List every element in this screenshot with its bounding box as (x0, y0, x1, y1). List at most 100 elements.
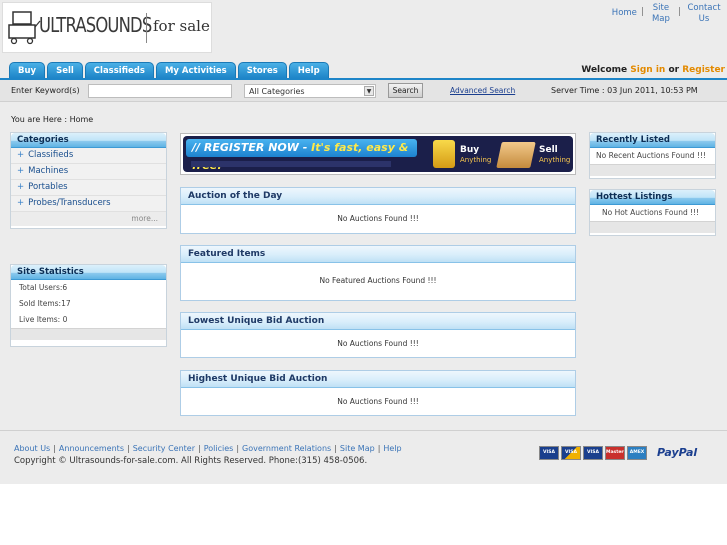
paypal-logo: PayPal (657, 446, 698, 459)
hottest-listings-box: Hottest Listings No Hot Auctions Found !… (589, 189, 716, 236)
keyword-input[interactable] (88, 84, 232, 98)
tab-my-activities[interactable]: My Activities (155, 62, 236, 78)
panel-message: No Auctions Found !!! (337, 339, 419, 348)
chevron-down-icon[interactable]: ▼ (364, 86, 374, 96)
site-statistics-title: Site Statistics (11, 265, 166, 280)
welcome-text: Welcome (581, 65, 628, 75)
highest-unique-bid-panel: Highest Unique Bid Auction No Auctions F… (180, 370, 576, 416)
buy-sub-label: Anything (460, 156, 492, 164)
panel-message: No Auctions Found !!! (337, 214, 419, 223)
categories-title: Categories (11, 133, 166, 148)
stat-live-items: Live Items: 0 (19, 315, 68, 324)
footer-link-policies[interactable]: Policies (204, 444, 234, 453)
separator: | (126, 444, 130, 453)
footer-link-site-map[interactable]: Site Map (340, 444, 375, 453)
main-nav-tabs: Buy Sell Classifieds My Activities Store… (9, 62, 329, 78)
hottest-listings-title: Hottest Listings (590, 190, 715, 205)
category-label: Classifieds (28, 150, 74, 160)
recently-listed-message: No Recent Auctions Found !!! (596, 151, 706, 160)
footer-links: About Us | Announcements | Security Center | P… (14, 444, 402, 453)
categories-box: Categories + Classifieds + Machines + Porta… (10, 132, 167, 229)
contact-us-link[interactable]: Contact Us (685, 3, 723, 25)
buy-label: Buy (460, 145, 480, 155)
logo-brand-text: ULTRASOUNDS (39, 13, 152, 37)
recently-listed-box: Recently Listed No Recent Auctions Found… (589, 132, 716, 179)
plus-icon: + (17, 150, 25, 160)
visa-card-icon: VISA (583, 446, 603, 460)
home-link[interactable]: Home (612, 3, 637, 19)
box-footer (590, 164, 715, 176)
plus-icon: + (17, 198, 25, 208)
category-label: Machines (28, 166, 69, 176)
category-item-portables[interactable]: + Portables (11, 180, 166, 196)
site-logo[interactable]: ULTRASOUNDS for sale (2, 2, 212, 53)
logo-divider (146, 13, 147, 43)
footer-link-about-us[interactable]: About Us (14, 444, 50, 453)
search-button[interactable]: Search (388, 83, 423, 98)
or-text: or (668, 65, 680, 75)
separator: | (334, 444, 337, 453)
keyword-label: Enter Keyword(s) (11, 86, 80, 95)
register-now-text: // REGISTER NOW - It's fast, easy & free… (186, 139, 417, 172)
visa-electron-card-icon: VISA Electron (539, 446, 559, 460)
footer-link-security-center[interactable]: Security Center (133, 444, 195, 453)
search-bar: Enter Keyword(s) All Categories ▼ Search… (0, 80, 727, 102)
footer-link-announcements[interactable]: Announcements (59, 444, 124, 453)
separator: | (236, 444, 240, 453)
tab-sell[interactable]: Sell (47, 62, 83, 78)
sell-label: Sell (539, 145, 558, 155)
logo-suffix-text: for sale (153, 17, 210, 35)
footer-divider (0, 430, 727, 431)
tab-stores[interactable]: Stores (237, 62, 287, 78)
site-map-link[interactable]: Site Map (648, 3, 674, 25)
panel-message: No Featured Auctions Found !!! (319, 276, 437, 285)
recently-listed-title: Recently Listed (590, 133, 715, 148)
categories-more-link[interactable]: more... (11, 212, 166, 226)
sell-anything-text: Sell Anything (539, 145, 570, 165)
tab-help[interactable]: Help (288, 62, 329, 78)
category-select[interactable]: All Categories ▼ (244, 84, 376, 98)
copyright-text: Copyright © Ultrasounds-for-sale.com. Al… (14, 456, 368, 466)
hottest-listings-message: No Hot Auctions Found !!! (602, 208, 700, 217)
category-label: Probes/Transducers (28, 198, 111, 208)
tab-buy[interactable]: Buy (9, 62, 46, 78)
register-link[interactable]: Register (682, 65, 725, 75)
stat-sold-items: Sold Items:17 (19, 299, 71, 308)
footer-link-government-relations[interactable]: Government Relations (242, 444, 331, 453)
plus-icon: + (17, 166, 25, 176)
shopping-bag-icon (433, 140, 455, 168)
category-item-classifieds[interactable]: + Classifieds (11, 148, 166, 164)
package-box-icon (496, 142, 536, 168)
category-item-machines[interactable]: + Machines (11, 164, 166, 180)
separator: | (53, 444, 56, 453)
ultrasound-machine-icon (8, 11, 41, 45)
page: ULTRASOUNDS for sale Home | Site Map | C… (0, 0, 727, 545)
panel-message: No Auctions Found !!! (337, 397, 419, 406)
separator: | (677, 7, 681, 17)
register-prefix: // REGISTER NOW - (192, 141, 312, 154)
buy-anything-text: Buy Anything (460, 145, 491, 165)
category-item-probes[interactable]: + Probes/Transducers (11, 196, 166, 212)
advanced-search-link[interactable]: Advanced Search (450, 86, 515, 95)
visa-card-icon: VISA (561, 446, 581, 460)
stat-total-users: Total Users:6 (19, 283, 68, 292)
welcome-message: Welcome Sign in or Register (581, 65, 725, 75)
top-links: Home | Site Map | Contact Us (612, 3, 723, 25)
separator: | (198, 444, 201, 453)
banner-subtext-bar (191, 161, 391, 167)
site-statistics-box: Site Statistics Total Users:6 Sold Items… (10, 264, 167, 347)
panel-title: Lowest Unique Bid Auction (181, 313, 575, 330)
banner-inner: // REGISTER NOW - It's fast, easy & free… (183, 136, 573, 172)
footer-link-help[interactable]: Help (383, 444, 401, 453)
mastercard-card-icon: MasterCard (605, 446, 625, 460)
category-select-value: All Categories (249, 87, 305, 96)
sign-in-link[interactable]: Sign in (630, 65, 665, 75)
panel-title: Auction of the Day (181, 188, 575, 205)
server-time: Server Time : 03 Jun 2011, 10:53 PM (551, 86, 698, 95)
sell-sub-label: Anything (539, 156, 571, 164)
amex-card-icon: AMEX (627, 446, 647, 460)
register-banner[interactable]: // REGISTER NOW - It's fast, easy & free… (180, 133, 576, 175)
panel-title: Highest Unique Bid Auction (181, 371, 575, 388)
lowest-unique-bid-panel: Lowest Unique Bid Auction No Auctions Fo… (180, 312, 576, 358)
tab-classifieds[interactable]: Classifieds (84, 62, 154, 78)
